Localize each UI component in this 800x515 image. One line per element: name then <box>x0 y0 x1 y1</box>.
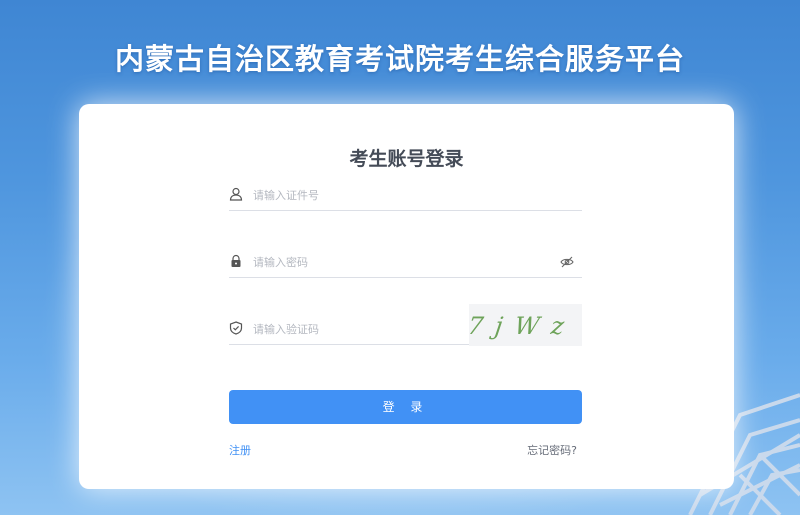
eye-slash-icon[interactable] <box>560 255 574 269</box>
forgot-password-link[interactable]: 忘记密码? <box>527 442 577 458</box>
lock-icon <box>231 254 241 267</box>
captcha-field: 7jWz <box>229 304 582 346</box>
id-number-field <box>229 180 582 211</box>
register-link[interactable]: 注册 <box>229 442 251 458</box>
password-field <box>229 247 582 278</box>
id-number-input[interactable] <box>253 184 533 206</box>
site-title: 内蒙古自治区教育考试院考生综合服务平台 <box>114 42 685 76</box>
shield-check-icon <box>229 321 243 335</box>
login-title: 考生账号登录 <box>349 148 464 170</box>
login-card: 考生账号登录 7jWz 登 录 注册 忘记密码? <box>79 104 734 489</box>
password-input[interactable] <box>253 251 533 273</box>
captcha-image-text: 7jWz <box>469 312 578 340</box>
login-button[interactable]: 登 录 <box>229 390 582 424</box>
captcha-image[interactable]: 7jWz <box>469 304 582 346</box>
user-icon <box>229 187 243 201</box>
